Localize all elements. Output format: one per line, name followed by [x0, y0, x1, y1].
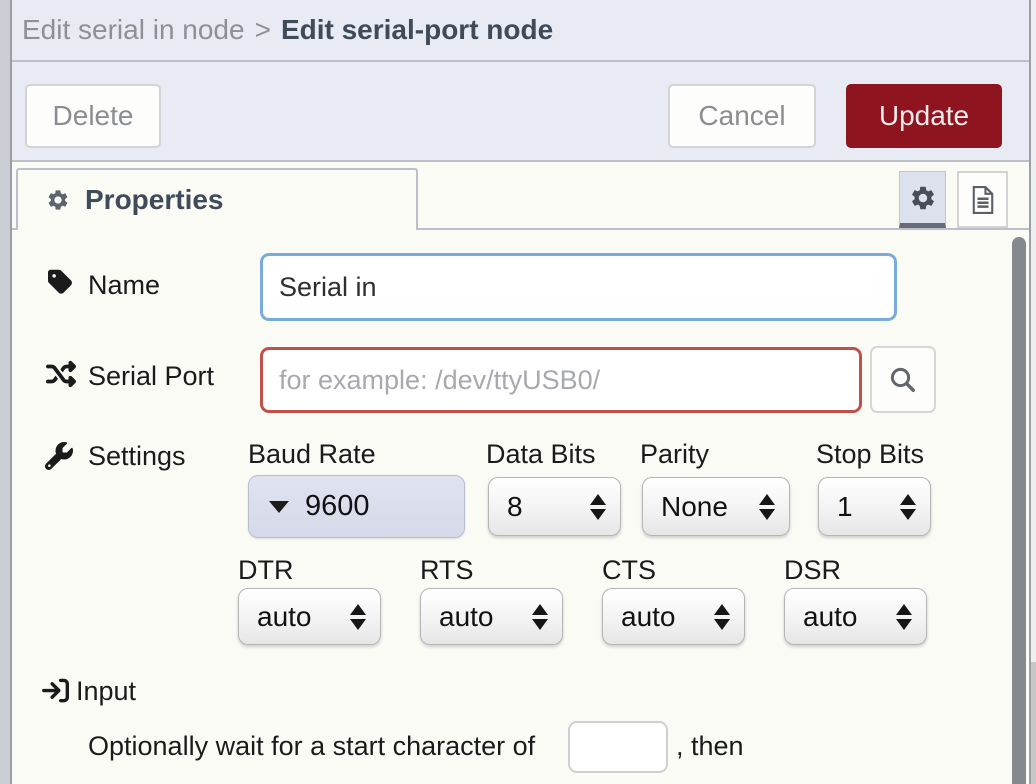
dsr-label: DSR: [784, 555, 841, 586]
up-down-arrows-icon: [714, 604, 730, 630]
dsr-select[interactable]: auto: [784, 588, 927, 645]
up-down-arrows-icon: [590, 494, 606, 520]
baud-rate-dropdown[interactable]: 9600: [248, 475, 465, 538]
rts-select[interactable]: auto: [420, 588, 563, 645]
up-down-arrows-icon: [900, 494, 916, 520]
delete-button[interactable]: Delete: [25, 84, 161, 148]
start-character-input[interactable]: [568, 721, 668, 773]
gear-icon: [909, 184, 937, 212]
data-bits-label: Data Bits: [486, 439, 596, 470]
parity-value: None: [661, 491, 728, 523]
tag-icon: [48, 268, 76, 296]
name-label: Name: [88, 270, 160, 301]
cts-select[interactable]: auto: [602, 588, 745, 645]
rts-label: RTS: [420, 555, 474, 586]
baud-rate-value: 9600: [305, 490, 370, 523]
document-icon: [968, 184, 998, 216]
breadcrumb-current: Edit serial-port node: [281, 14, 553, 46]
properties-form: Name Serial Port Settings: [12, 230, 1029, 784]
stop-bits-label: Stop Bits: [816, 439, 924, 470]
up-down-arrows-icon: [896, 604, 912, 630]
serial-port-label: Serial Port: [88, 361, 214, 392]
cts-value: auto: [621, 601, 676, 633]
data-bits-value: 8: [507, 491, 523, 523]
tab-properties[interactable]: Properties: [16, 168, 418, 230]
dtr-label: DTR: [238, 555, 294, 586]
name-input[interactable]: [260, 253, 897, 321]
dtr-select[interactable]: auto: [238, 588, 381, 645]
breadcrumb-separator: >: [255, 14, 271, 46]
dtr-value: auto: [257, 601, 312, 633]
up-down-arrows-icon: [759, 494, 775, 520]
edit-serial-port-dialog: Edit serial in node > Edit serial-port n…: [0, 0, 1036, 784]
rts-value: auto: [439, 601, 494, 633]
wrench-icon: [45, 442, 73, 470]
sign-in-icon: [42, 677, 69, 704]
description-toolbar-button[interactable]: [957, 171, 1008, 228]
wait-text-before: Optionally wait for a start character of: [88, 731, 535, 762]
tray-scrollbar-thumb[interactable]: [1012, 237, 1026, 784]
properties-toolbar-button[interactable]: [899, 171, 946, 228]
tray-toolbar: Delete Cancel Update: [12, 62, 1029, 162]
baud-rate-label: Baud Rate: [248, 439, 376, 470]
up-down-arrows-icon: [532, 604, 548, 630]
update-button[interactable]: Update: [846, 84, 1002, 148]
page-scrollbar-thumb[interactable]: [1031, 662, 1036, 784]
parity-select[interactable]: None: [642, 477, 790, 536]
edit-tray: Edit serial in node > Edit serial-port n…: [12, 0, 1031, 784]
search-icon: [888, 365, 918, 395]
tray-header: Edit serial in node > Edit serial-port n…: [12, 0, 1029, 62]
tab-properties-label: Properties: [85, 184, 224, 216]
input-section-label: Input: [76, 676, 136, 707]
breadcrumb-parent[interactable]: Edit serial in node: [22, 14, 245, 46]
serial-port-input[interactable]: [260, 347, 862, 413]
up-down-arrows-icon: [350, 604, 366, 630]
workspace-backdrop: [0, 0, 12, 784]
caret-down-icon: [269, 501, 289, 513]
settings-label: Settings: [88, 441, 186, 472]
stop-bits-value: 1: [837, 491, 853, 523]
shuffle-icon: [44, 359, 78, 389]
data-bits-select[interactable]: 8: [488, 477, 621, 536]
wait-text-after: , then: [676, 731, 744, 762]
cancel-button[interactable]: Cancel: [668, 84, 816, 148]
stop-bits-select[interactable]: 1: [818, 477, 931, 536]
serial-port-search-button[interactable]: [870, 346, 936, 413]
tab-bar: Properties: [12, 162, 1029, 230]
dsr-value: auto: [803, 601, 858, 633]
gear-icon: [46, 188, 70, 212]
parity-label: Parity: [640, 439, 709, 470]
cts-label: CTS: [602, 555, 656, 586]
